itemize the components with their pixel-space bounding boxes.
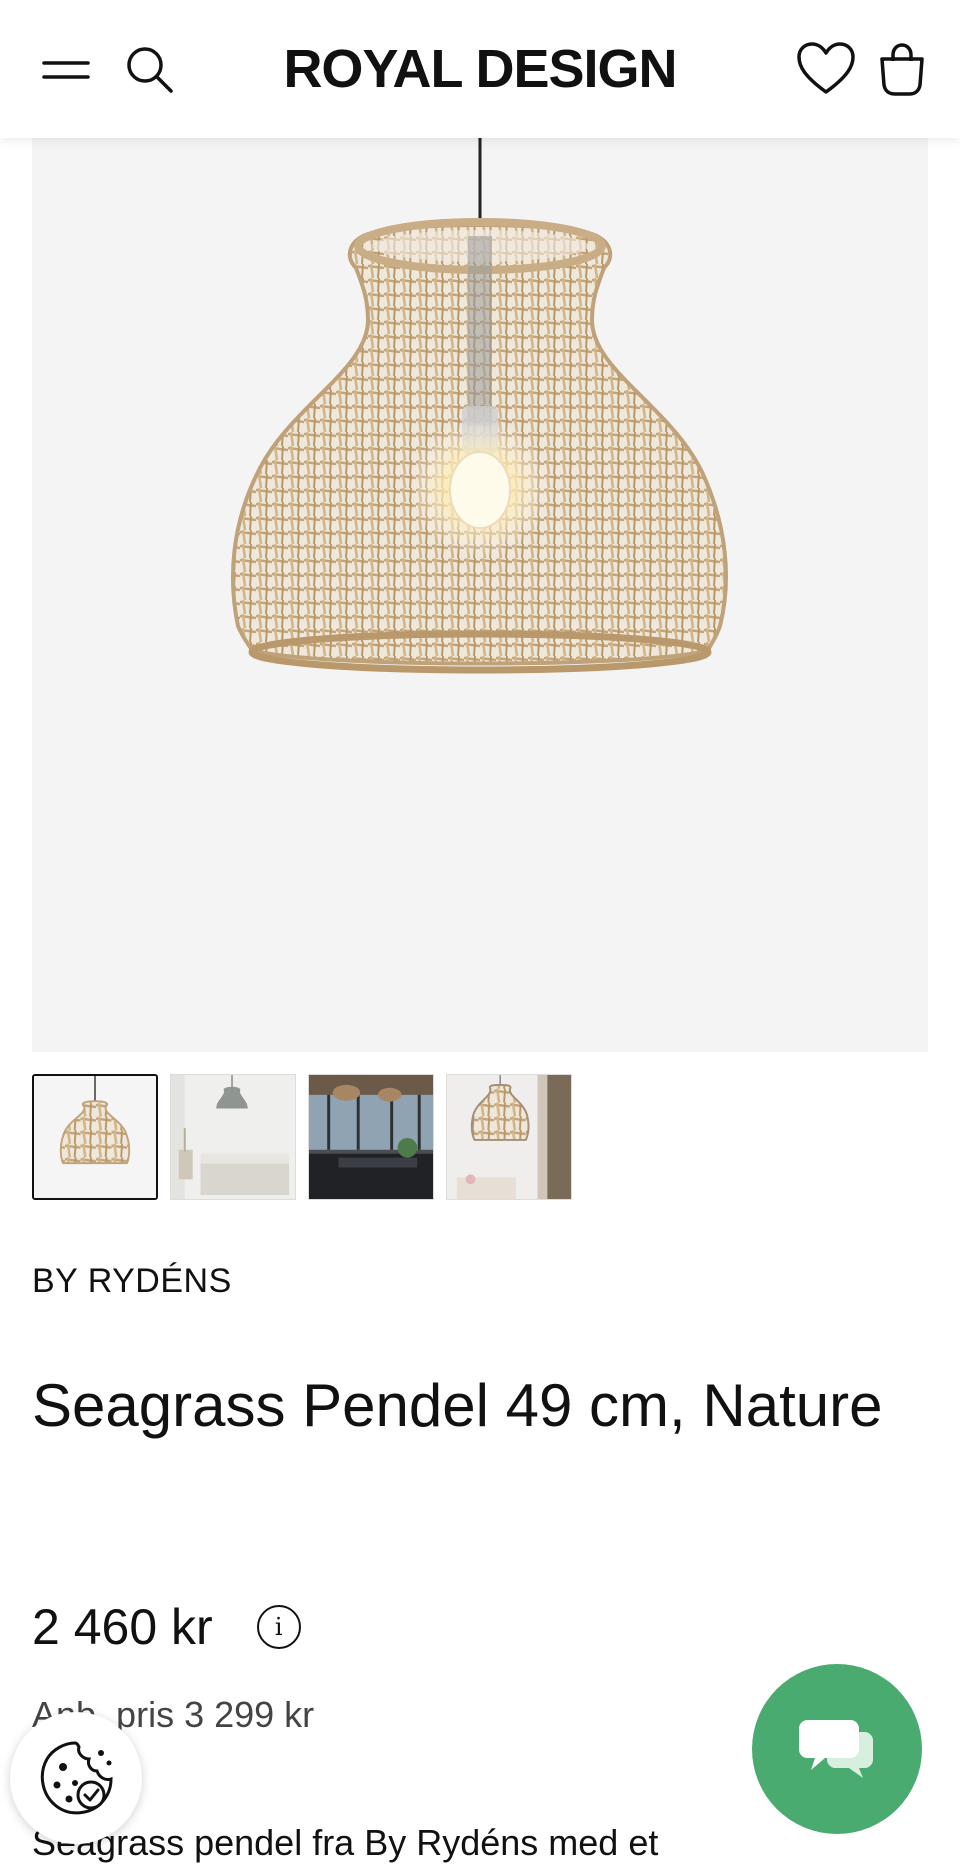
info-icon: i <box>274 1613 283 1641</box>
thumbnail-2[interactable] <box>170 1074 296 1200</box>
thumbnail-lamp-image <box>34 1076 156 1198</box>
site-logo[interactable]: ROYAL DESIGN <box>180 36 780 102</box>
thumbnail-3[interactable] <box>308 1074 434 1200</box>
product-description: Seagrass pendel fra By Rydéns med et <box>32 1822 659 1863</box>
brand-link[interactable]: BY RYDÉNS <box>32 1262 232 1301</box>
product-price: 2 460 kr <box>32 1599 213 1655</box>
chat-bubbles-icon <box>799 1720 873 1778</box>
thumbnail-window-image <box>447 1075 571 1199</box>
search-button[interactable] <box>118 38 182 102</box>
product-main-image[interactable] <box>32 138 928 1052</box>
thumbnail-bedroom-image <box>171 1075 295 1199</box>
thumbnail-1[interactable] <box>32 1074 158 1200</box>
thumbnail-restaurant-image <box>309 1075 433 1199</box>
thumbnail-4[interactable] <box>446 1074 572 1200</box>
cart-button[interactable] <box>870 36 934 102</box>
pendant-lamp-image <box>230 138 728 674</box>
shopping-bag-icon <box>880 43 924 96</box>
cookie-icon <box>40 1741 113 1815</box>
thumbnail-strip <box>32 1074 572 1200</box>
price-row: 2 460 kr i <box>32 1598 301 1656</box>
search-icon <box>127 47 173 93</box>
menu-button[interactable] <box>34 40 98 100</box>
heart-icon <box>797 42 855 94</box>
chat-button[interactable] <box>752 1664 922 1834</box>
cookie-settings-button[interactable] <box>10 1712 142 1844</box>
price-info-button[interactable]: i <box>256 1605 301 1649</box>
site-header: ROYAL DESIGN <box>0 0 960 138</box>
menu-icon <box>42 61 90 79</box>
product-title: Seagrass Pendel 49 cm, Nature <box>32 1372 883 1439</box>
wishlist-button[interactable] <box>790 36 862 102</box>
